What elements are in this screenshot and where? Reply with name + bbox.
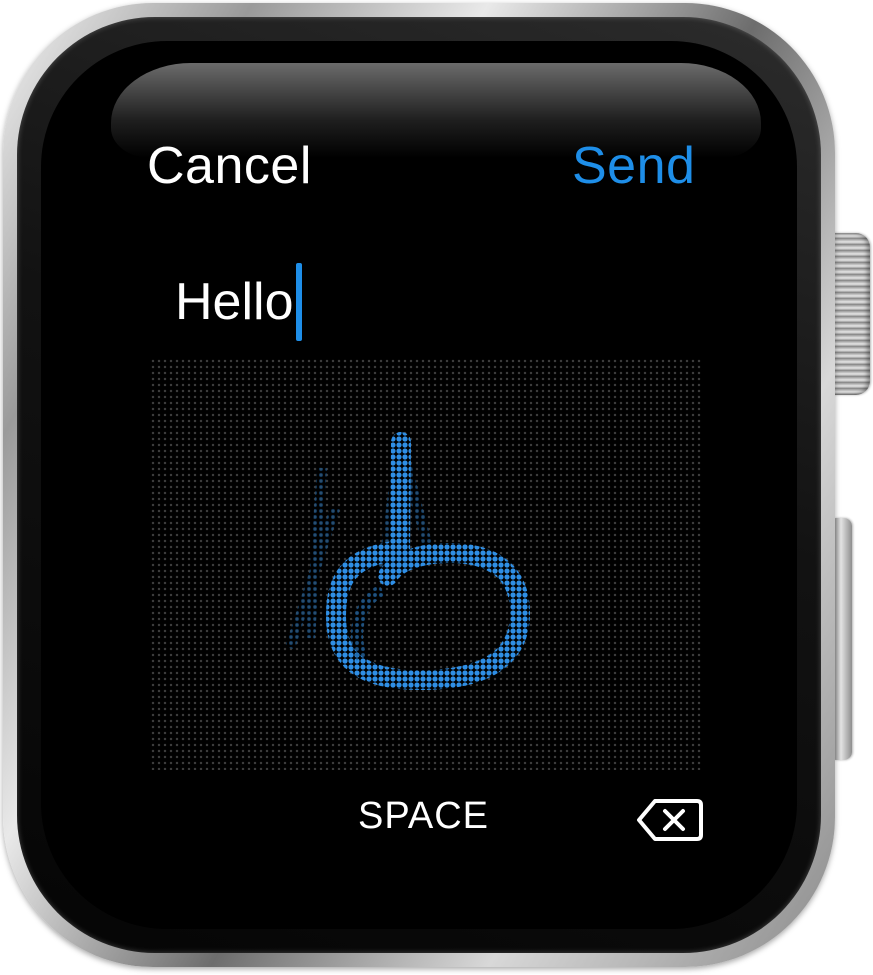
send-button[interactable]: Send — [572, 136, 695, 196]
typed-text: Hello — [175, 273, 294, 331]
scribble-pad[interactable] — [150, 358, 703, 770]
delete-backward-icon — [637, 799, 703, 841]
apple-watch: Cancel Send Hello SPACE — [0, 0, 873, 975]
delete-button[interactable] — [635, 795, 705, 845]
space-button[interactable]: SPACE — [358, 795, 489, 838]
message-text-field[interactable]: Hello — [175, 262, 302, 342]
handwriting-stroke — [285, 432, 531, 691]
side-button[interactable] — [832, 518, 852, 760]
cancel-button[interactable]: Cancel — [147, 136, 312, 196]
stroke-inner — [350, 584, 386, 661]
text-caret — [295, 263, 302, 341]
